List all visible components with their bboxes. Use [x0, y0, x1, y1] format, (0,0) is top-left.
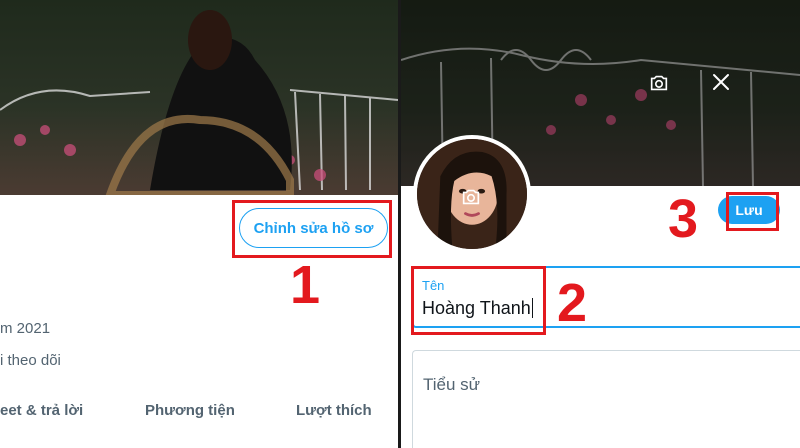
tab-media[interactable]: Phương tiện	[145, 402, 235, 419]
profile-tabs: eet & trả lời Phương tiện Lượt thích	[0, 402, 398, 426]
camera-icon[interactable]	[648, 72, 670, 94]
step-number-2: 2	[557, 273, 588, 333]
highlight-box-step-1	[232, 200, 392, 258]
highlight-box-step-3	[726, 192, 779, 231]
bio-field[interactable]: Tiểu sử	[412, 350, 800, 448]
step-number-3: 3	[668, 189, 699, 249]
follow-stats[interactable]: i theo dõi	[0, 352, 61, 369]
camera-icon[interactable]	[460, 186, 482, 208]
highlight-box-step-2	[411, 266, 546, 335]
tab-tweets-replies[interactable]: eet & trả lời	[0, 402, 83, 419]
step-number-1: 1	[290, 255, 321, 315]
joined-date: m 2021	[0, 320, 51, 337]
tab-likes[interactable]: Lượt thích	[296, 402, 372, 419]
close-icon[interactable]	[709, 70, 733, 94]
cover-photo	[0, 0, 398, 195]
bio-field-label: Tiểu sử	[423, 375, 481, 394]
